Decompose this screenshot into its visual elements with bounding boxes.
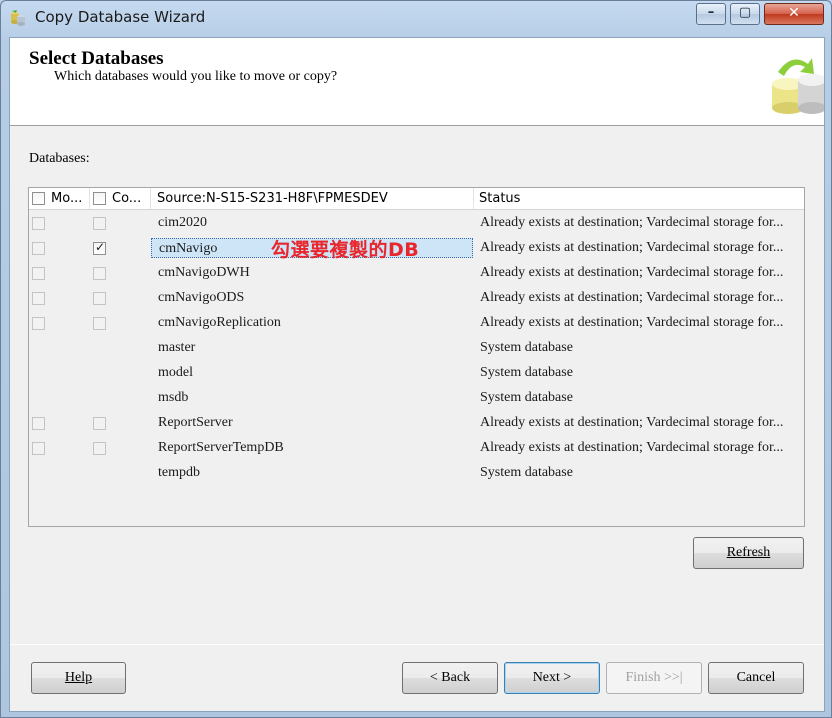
copy-checkbox[interactable] bbox=[93, 267, 106, 280]
database-wizard-icon bbox=[11, 10, 25, 26]
next-label: Next > bbox=[532, 670, 572, 685]
table-row[interactable]: cmNavigoDWH Already exists at destination… bbox=[29, 260, 804, 285]
minimize-button[interactable]: – bbox=[696, 3, 726, 25]
column-status[interactable]: Status bbox=[474, 188, 804, 209]
wizard-header: Select Databases Which databases would y… bbox=[10, 38, 824, 126]
copy-checkbox[interactable] bbox=[93, 417, 106, 430]
copy-checkbox[interactable] bbox=[93, 292, 106, 305]
cancel-label: Cancel bbox=[736, 670, 776, 685]
database-copy-icon bbox=[772, 58, 824, 114]
table-row[interactable]: ReportServer Already exists at destinatio… bbox=[29, 410, 804, 435]
table-row[interactable]: cmNavigoODS Already exists at destination… bbox=[29, 285, 804, 310]
table-row[interactable]: ReportServerTempDB Already exists at dest… bbox=[29, 435, 804, 460]
move-checkbox[interactable] bbox=[32, 442, 45, 455]
database-name[interactable]: cim2020 bbox=[151, 213, 473, 233]
column-copy-label: Co... bbox=[112, 191, 142, 206]
database-status: Already exists at destination; Vardecima… bbox=[480, 415, 784, 430]
close-button[interactable]: ✕ bbox=[764, 3, 824, 25]
page-title: Select Databases bbox=[29, 48, 164, 69]
refresh-button[interactable]: Refresh bbox=[693, 537, 804, 569]
minimize-icon: – bbox=[707, 5, 715, 20]
wizard-window: Copy Database Wizard – ▢ ✕ Select Databa… bbox=[0, 0, 832, 718]
copy-all-checkbox[interactable] bbox=[93, 192, 106, 205]
column-copy[interactable]: Co... bbox=[90, 188, 151, 209]
move-checkbox[interactable] bbox=[32, 417, 45, 430]
next-button[interactable]: Next > bbox=[504, 662, 600, 694]
window-title: Copy Database Wizard bbox=[35, 8, 206, 26]
close-icon: ✕ bbox=[788, 5, 800, 21]
back-button[interactable]: < Back bbox=[402, 662, 498, 694]
copy-checkbox[interactable] bbox=[93, 442, 106, 455]
finish-button: Finish >>| bbox=[606, 662, 702, 694]
database-status: Already exists at destination; Vardecima… bbox=[480, 240, 784, 255]
database-status: Already exists at destination; Vardecima… bbox=[480, 440, 784, 455]
database-status: Already exists at destination; Vardecima… bbox=[480, 315, 784, 330]
title-bar[interactable]: Copy Database Wizard – ▢ ✕ bbox=[1, 1, 831, 35]
back-label: < Back bbox=[429, 670, 471, 685]
annotation-text: 勾選要複製的DB bbox=[271, 239, 420, 261]
database-name[interactable]: cmNavigoODS bbox=[151, 288, 473, 308]
footer-divider bbox=[10, 644, 824, 645]
column-move[interactable]: Mo... bbox=[29, 188, 90, 209]
database-name[interactable]: tempdb bbox=[151, 463, 473, 483]
copy-checkbox[interactable] bbox=[93, 217, 106, 230]
table-row[interactable]: msdb System database bbox=[29, 385, 804, 410]
refresh-label: Refresh bbox=[726, 545, 771, 560]
table-row[interactable]: master System database bbox=[29, 335, 804, 360]
column-move-label: Mo... bbox=[51, 191, 83, 206]
database-status: System database bbox=[480, 340, 573, 355]
database-status: System database bbox=[480, 465, 573, 480]
move-all-checkbox[interactable] bbox=[32, 192, 45, 205]
database-name[interactable]: msdb bbox=[151, 388, 473, 408]
table-row[interactable]: cim2020 Already exists at destination; Va… bbox=[29, 210, 804, 235]
cancel-button[interactable]: Cancel bbox=[708, 662, 804, 694]
move-checkbox[interactable] bbox=[32, 267, 45, 280]
database-name[interactable]: cmNavigoDWH bbox=[151, 263, 473, 283]
copy-checkbox[interactable] bbox=[93, 317, 106, 330]
move-checkbox[interactable] bbox=[32, 292, 45, 305]
table-row[interactable]: cmNavigoReplication Already exists at des… bbox=[29, 310, 804, 335]
wizard-body: Select Databases Which databases would y… bbox=[9, 37, 825, 712]
database-status: Already exists at destination; Vardecima… bbox=[480, 290, 784, 305]
page-subtitle: Which databases would you like to move o… bbox=[54, 69, 338, 84]
databases-grid[interactable]: Mo... Co... Source:N-S15-S231-H8F\FPMESD… bbox=[28, 187, 805, 527]
table-row[interactable]: model System database bbox=[29, 360, 804, 385]
column-source[interactable]: Source:N-S15-S231-H8F\FPMESDEV bbox=[151, 188, 474, 209]
copy-checkbox[interactable] bbox=[93, 240, 106, 255]
database-name[interactable]: cmNavigoReplication bbox=[151, 313, 473, 333]
maximize-icon: ▢ bbox=[738, 5, 752, 20]
maximize-button[interactable]: ▢ bbox=[730, 3, 760, 25]
database-status: System database bbox=[480, 390, 573, 405]
database-name[interactable]: model bbox=[151, 363, 473, 383]
table-row[interactable]: tempdb System database bbox=[29, 460, 804, 485]
database-status: Already exists at destination; Vardecima… bbox=[480, 265, 784, 280]
help-button[interactable]: Help bbox=[31, 662, 126, 694]
move-checkbox[interactable] bbox=[32, 317, 45, 330]
move-checkbox[interactable] bbox=[32, 242, 45, 255]
help-label: Help bbox=[64, 670, 93, 685]
database-name[interactable]: ReportServerTempDB bbox=[151, 438, 473, 458]
database-status: Already exists at destination; Vardecima… bbox=[480, 215, 784, 230]
move-checkbox[interactable] bbox=[32, 217, 45, 230]
database-name[interactable]: master bbox=[151, 338, 473, 358]
grid-header: Mo... Co... Source:N-S15-S231-H8F\FPMESD… bbox=[29, 188, 804, 210]
database-status: System database bbox=[480, 365, 573, 380]
database-name[interactable]: ReportServer bbox=[151, 413, 473, 433]
finish-label: Finish >>| bbox=[625, 670, 683, 685]
databases-label: Databases: bbox=[29, 151, 90, 166]
